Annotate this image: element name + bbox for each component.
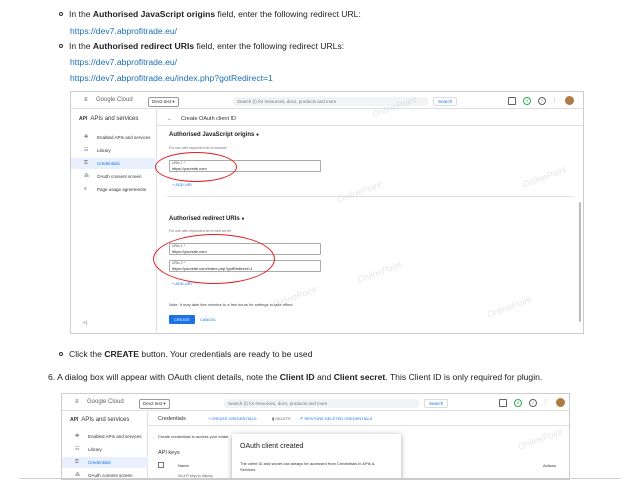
page-divider: [20, 478, 620, 479]
page-title: Credentials: [158, 416, 186, 422]
library-icon: ☷: [84, 147, 89, 153]
create-credentials-button[interactable]: + CREATE CREDENTIALS: [208, 416, 257, 421]
collapse-sidebar-icon[interactable]: <|: [83, 320, 87, 325]
watermark: OnlinePoint: [335, 179, 383, 205]
select-all-checkbox[interactable]: [158, 462, 164, 468]
bullet-icon: [59, 11, 63, 16]
notification-badge[interactable]: 9: [514, 399, 522, 407]
watermark: OnlinePoint: [520, 164, 568, 190]
dialog-title: OAuth client created: [240, 443, 304, 450]
gcp-topbar: ≡ Google Cloud Dev2 test ▾ Search (/) fo…: [62, 394, 569, 411]
restore-button[interactable]: ↶ RESTORE DELETED CREDENTIALS: [300, 416, 372, 421]
menu-icon[interactable]: ≡: [75, 399, 79, 405]
menu-icon[interactable]: ≡: [84, 97, 88, 103]
avatar[interactable]: [556, 398, 565, 407]
notification-badge[interactable]: 9: [523, 97, 531, 105]
avatar[interactable]: [565, 96, 574, 105]
search-input[interactable]: Search (/) for resources, docs, products…: [233, 97, 428, 106]
create-credentials-hint: Create credentials to access your enabl: [158, 434, 229, 439]
redirect-hint: For use with requests from a web server: [169, 229, 232, 233]
more-icon[interactable]: ⋮: [552, 97, 557, 103]
instruction-create: Click the CREATE button. Your credential…: [59, 349, 312, 359]
page-title: Create OAuth client ID: [181, 116, 237, 122]
settings-note: Note: It may take five minutes to a few …: [169, 302, 293, 307]
highlight-oval: [153, 234, 275, 284]
apis-icon: ✥: [84, 134, 89, 140]
search-button[interactable]: Search: [424, 399, 449, 408]
consent-icon: ⁂: [84, 173, 89, 179]
origins-hint: For use with requests from a browser: [169, 146, 227, 150]
trash-icon: ▮: [272, 416, 275, 421]
gcp-logo[interactable]: Google Cloud: [87, 399, 124, 405]
search-button[interactable]: Search: [433, 97, 458, 106]
search-input[interactable]: Search (/) for resources, docs, products…: [224, 399, 419, 408]
restore-icon: ↶: [300, 416, 304, 421]
sidebar-title: API APIs and services: [79, 116, 139, 122]
bullet-icon: [59, 351, 63, 356]
cancel-button[interactable]: CANCEL: [200, 317, 216, 322]
col-name-header: Name: [178, 463, 189, 468]
api-keys-title: API keys: [158, 450, 180, 456]
project-selector[interactable]: Dev2 test ▾: [148, 97, 179, 107]
sidebar-item-enabled-apis[interactable]: ✥ Enabled APIs and services: [62, 431, 148, 442]
watermark: OnlinePoint: [516, 426, 564, 452]
sidebar-item-page-usage[interactable]: ≡ Page usage agreements: [71, 184, 157, 195]
step-6: 6. A dialog box will appear with OAuth c…: [48, 372, 543, 382]
col-actions-header: Actions: [543, 463, 557, 468]
watermark: OnlinePoint: [485, 294, 533, 320]
key-icon: ⚿: [75, 459, 79, 465]
bullet-icon: [59, 43, 63, 48]
scrollbar[interactable]: [579, 202, 581, 322]
sidebar: API APIs and services ✥ Enabled APIs and …: [71, 110, 157, 333]
screenshot-oauth-created: ≡ Google Cloud Dev2 test ▾ Search (/) fo…: [61, 393, 570, 480]
sidebar-item-enabled-apis[interactable]: ✥ Enabled APIs and services: [71, 132, 157, 143]
library-icon: ☷: [75, 446, 80, 452]
instruction-redirect: In the Authorised redirect URIs field, e…: [59, 41, 344, 51]
add-origin-uri-button[interactable]: + ADD URI: [172, 182, 192, 187]
help-icon[interactable]: ●: [256, 132, 259, 138]
oauth-created-dialog: OAuth client created The client ID and s…: [232, 434, 401, 479]
dialog-text: The client ID and secret can always be a…: [240, 461, 375, 472]
instruction-origins: In the Authorised JavaScript origins fie…: [59, 9, 361, 19]
help-icon[interactable]: ●: [241, 216, 244, 222]
url-redirect-index-link[interactable]: https://dev7.abprofitrade.eu/index.php?g…: [70, 73, 273, 83]
terminal-icon[interactable]: [508, 97, 516, 105]
watermark: OnlinePoint: [355, 259, 403, 285]
sidebar: API APIs and services ✥ Enabled APIs and …: [62, 412, 148, 479]
screenshot-create-oauth: ≡ Google Cloud Dev2 test ▾ Search (/) fo…: [70, 91, 584, 334]
url-redirect-link[interactable]: https://dev7.abprofitrade.eu/: [70, 57, 177, 67]
section-divider: [167, 196, 573, 197]
terminal-icon[interactable]: [499, 399, 507, 407]
sidebar-item-credentials[interactable]: ⚿ Credentials: [62, 457, 148, 468]
key-icon: ⚿: [84, 160, 88, 166]
title-divider: [157, 125, 583, 126]
sidebar-item-credentials[interactable]: ⚿ Credentials: [71, 158, 157, 169]
delete-button[interactable]: ▮ DELETE: [272, 416, 291, 421]
sidebar-title: API APIs and services: [70, 417, 130, 423]
sidebar-item-library[interactable]: ☷ Library: [71, 145, 157, 156]
sidebar-item-library[interactable]: ☷ Library: [62, 444, 148, 455]
sidebar-item-oauth-consent[interactable]: ⁂ OAuth consent screen: [71, 171, 157, 182]
url-origin-link[interactable]: https://dev7.abprofitrade.eu/: [70, 26, 177, 36]
apis-icon: ✥: [75, 433, 80, 439]
settings-icon: ≡: [84, 186, 87, 192]
gcp-topbar: ≡ Google Cloud Dev2 test ▾ Search (/) fo…: [71, 92, 583, 109]
create-button[interactable]: CREATE: [169, 315, 195, 324]
back-arrow-icon[interactable]: ←: [167, 116, 173, 122]
highlight-oval: [155, 152, 237, 182]
project-selector[interactable]: Dev2 test ▾: [139, 399, 170, 409]
origins-title: Authorised JavaScript origins ●: [169, 132, 260, 138]
help-icon[interactable]: ?: [538, 97, 546, 105]
title-divider: [148, 425, 569, 426]
gcp-logo[interactable]: Google Cloud: [96, 97, 133, 103]
more-icon[interactable]: ⋮: [543, 399, 548, 405]
help-icon[interactable]: ?: [529, 399, 537, 407]
redirect-title: Authorised redirect URIs ●: [169, 216, 245, 222]
